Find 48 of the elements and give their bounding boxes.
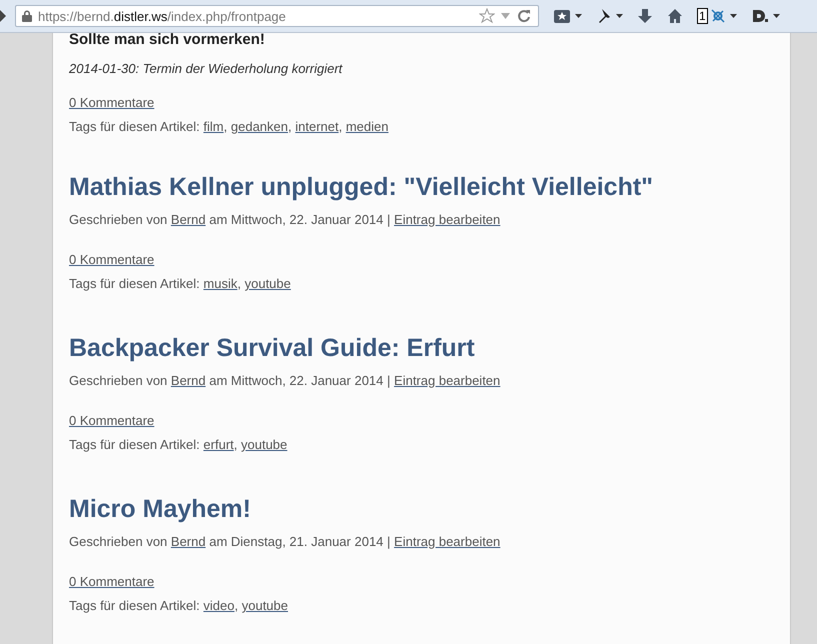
- post-note: 2014-01-30: Termin der Wiederholung korrigiert: [69, 61, 344, 76]
- reload-icon[interactable]: [516, 8, 532, 24]
- post-title[interactable]: Mathias Kellner unplugged: "Vielleicht Vielleicht": [69, 172, 774, 202]
- lock-icon: [22, 10, 32, 22]
- tag-link[interactable]: musik: [203, 276, 238, 291]
- post-meta: Geschrieben von Bernd am Dienstag, 21. Januar 2014 | Eintrag bearbeiten: [69, 534, 502, 550]
- tags-line: Tags für diesen Artikel: film, gedanken, internet, medien: [69, 119, 390, 135]
- tags-line: Tags für diesen Artikel: video, youtube: [69, 598, 289, 614]
- tag-link[interactable]: internet: [295, 119, 339, 134]
- network-icon[interactable]: [710, 8, 726, 24]
- post-title[interactable]: Backpacker Survival Guide: Erfurt: [69, 333, 774, 363]
- tag-link[interactable]: youtube: [241, 437, 288, 452]
- tag-link[interactable]: gedanken: [230, 119, 288, 134]
- edit-link[interactable]: Eintrag bearbeiten: [394, 534, 500, 549]
- home-icon[interactable]: [667, 8, 683, 24]
- tag-link[interactable]: youtube: [244, 276, 291, 291]
- edit-link[interactable]: Eintrag bearbeiten: [394, 373, 500, 388]
- caret-icon[interactable]: [616, 14, 623, 18]
- author-link[interactable]: Bernd: [170, 212, 206, 227]
- comments-link[interactable]: 0 Kommentare: [69, 413, 154, 428]
- tag-link[interactable]: film: [203, 119, 224, 134]
- post-heading: Sollte man sich vormerken!: [69, 33, 266, 47]
- download-icon[interactable]: [637, 8, 653, 24]
- star-icon[interactable]: [479, 8, 495, 24]
- tags-line: Tags für diesen Artikel: erfurt, youtube: [69, 437, 288, 453]
- d-logo-icon[interactable]: [750, 8, 769, 24]
- back-arrow-icon[interactable]: [0, 10, 6, 22]
- tags-line: Tags für diesen Artikel: musik, youtube: [69, 276, 292, 292]
- caret-icon[interactable]: [575, 14, 582, 18]
- comments-link[interactable]: 0 Kommentare: [69, 574, 154, 589]
- post-meta: Geschrieben von Bernd am Mittwoch, 22. Januar 2014 | Eintrag bearbeiten: [69, 373, 502, 389]
- comments-link[interactable]: 0 Kommentare: [69, 252, 154, 267]
- post-title[interactable]: Micro Mayhem!: [69, 494, 774, 524]
- address-bar[interactable]: https://bernd.distler.ws/index.php/frontpage: [15, 5, 539, 27]
- edit-link[interactable]: Eintrag bearbeiten: [394, 212, 500, 227]
- caret-icon[interactable]: [730, 14, 737, 18]
- tag-link[interactable]: medien: [346, 119, 388, 134]
- tag-link[interactable]: video: [203, 598, 234, 613]
- counter-badge: 1: [697, 8, 708, 24]
- url-text: https://bernd.distler.ws/index.php/frontpage: [38, 8, 287, 24]
- caret-icon[interactable]: [772, 14, 780, 18]
- author-link[interactable]: Bernd: [170, 534, 206, 549]
- tag-link[interactable]: erfurt: [203, 437, 234, 452]
- comments-link[interactable]: 0 Kommentare: [69, 95, 154, 110]
- tag-link[interactable]: youtube: [242, 598, 288, 613]
- author-link[interactable]: Bernd: [170, 373, 206, 388]
- post-meta: Geschrieben von Bernd am Mittwoch, 22. Januar 2014 | Eintrag bearbeiten: [69, 212, 502, 228]
- bookmarks-icon[interactable]: [553, 8, 571, 24]
